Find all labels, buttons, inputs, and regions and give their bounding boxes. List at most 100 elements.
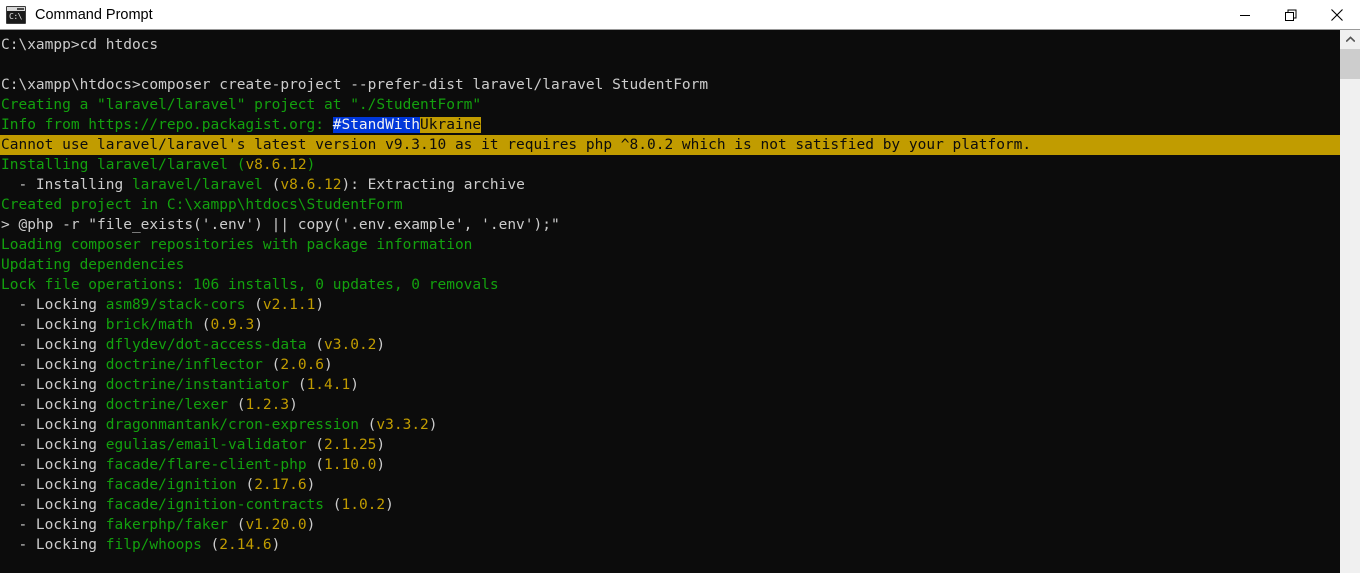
console-text-segment: egulias/email-validator — [105, 437, 307, 453]
console-output[interactable]: C:\xampp>cd htdocs C:\xampp\htdocs>compos… — [0, 30, 1340, 573]
console-text-segment: facade/ignition-contracts — [105, 497, 325, 513]
console-text-segment: - Locking — [1, 537, 106, 553]
console-text-segment: v8.6.12 — [280, 177, 342, 193]
console-line: - Locking facade/flare-client-php (1.10.… — [0, 455, 1340, 475]
console-text-segment: ( — [289, 377, 307, 393]
console-line: Info from https://repo.packagist.org: #S… — [0, 115, 1340, 135]
console-text-segment: ( — [324, 497, 342, 513]
console-text-segment: ( — [201, 537, 220, 553]
console-text-segment: ) — [254, 317, 263, 333]
console-text-segment: fakerphp/faker — [105, 517, 228, 533]
console-text-segment: brick/math — [105, 317, 194, 333]
console-text-segment: ) — [376, 457, 386, 473]
console-text-segment: Ukraine — [420, 117, 482, 133]
console-line: Cannot use laravel/laravel's latest vers… — [0, 135, 1340, 155]
console-text-segment: v3.0.2 — [324, 337, 377, 353]
console-text-segment: ) — [324, 357, 333, 373]
console-text-segment: Info from https://repo.packagist.org: — [1, 117, 333, 133]
console-text-segment: v3.3.2 — [376, 417, 429, 433]
console-text-segment: - Locking — [1, 457, 106, 473]
console-text-segment: - Locking — [1, 497, 106, 513]
console-text-segment: ( — [236, 477, 255, 493]
window-title: Command Prompt — [35, 6, 153, 23]
console-text-segment: laravel/laravel — [97, 157, 228, 173]
console-text-segment: 2.0.6 — [280, 357, 325, 373]
console-line: Created project in C:\xampp\htdocs\Stude… — [0, 195, 1340, 215]
console-text-segment: 1.0.2 — [341, 497, 386, 513]
console-text-segment: - Locking — [1, 317, 106, 333]
terminal-body: C:\xampp>cd htdocs C:\xampp\htdocs>compos… — [0, 30, 1360, 573]
console-text-segment: ( — [306, 437, 325, 453]
console-text-segment: Creating a "laravel/laravel" project at … — [1, 97, 482, 113]
console-text-segment: filp/whoops — [105, 537, 202, 553]
console-line: - Locking doctrine/inflector (2.0.6) — [0, 355, 1340, 375]
console-line: - Locking brick/math (0.9.3) — [0, 315, 1340, 335]
console-text-segment: ( — [227, 157, 246, 173]
console-text-segment: ) — [315, 297, 325, 313]
console-line: - Locking filp/whoops (2.14.6) — [0, 535, 1340, 555]
console-line: - Locking dflydev/dot-access-data (v3.0.… — [0, 335, 1340, 355]
console-text-segment: doctrine/inflector — [105, 357, 263, 373]
console-text-segment: Installing — [1, 157, 98, 173]
console-text-segment: ) — [385, 497, 394, 513]
console-text-segment: ): Extracting archive — [341, 177, 525, 193]
console-text-segment: dragonmantank/cron-expression — [105, 417, 359, 433]
console-text-segment: 1.10.0 — [324, 457, 377, 473]
console-text-segment: - Installing — [1, 177, 132, 193]
console-text-segment: ( — [227, 397, 246, 413]
console-line: Updating dependencies — [0, 255, 1340, 275]
console-text-segment: Cannot use laravel/laravel's latest vers… — [1, 137, 1032, 153]
scroll-up-arrow-icon[interactable] — [1340, 30, 1360, 49]
console-text-segment: ) — [376, 337, 386, 353]
console-text-segment: ) — [376, 437, 386, 453]
console-text-segment: v8.6.12 — [245, 157, 307, 173]
console-text-segment: v2.1.1 — [262, 297, 316, 313]
console-text-segment: doctrine/lexer — [105, 397, 228, 413]
console-line: C:\xampp\htdocs>composer create-project … — [0, 75, 1340, 95]
console-text-segment: ) — [306, 157, 316, 173]
console-text-segment: - Locking — [1, 297, 106, 313]
console-text-segment: #StandWith — [332, 117, 421, 133]
console-line: Loading composer repositories with packa… — [0, 235, 1340, 255]
console-text-segment: Updating dependencies — [1, 257, 185, 273]
console-line: - Locking doctrine/instantiator (1.4.1) — [0, 375, 1340, 395]
console-text-segment: ) — [428, 417, 438, 433]
console-line: Creating a "laravel/laravel" project at … — [0, 95, 1340, 115]
close-button[interactable] — [1314, 0, 1360, 29]
vertical-scrollbar[interactable] — [1340, 30, 1360, 573]
restore-button[interactable] — [1268, 0, 1314, 29]
console-text-segment: - Locking — [1, 437, 106, 453]
console-line: Installing laravel/laravel (v8.6.12) — [0, 155, 1340, 175]
console-text-segment: Loading composer repositories with packa… — [1, 237, 473, 253]
console-text-segment: v1.20.0 — [245, 517, 307, 533]
scrollbar-thumb[interactable] — [1340, 49, 1360, 79]
title-bar[interactable]: C:\ Command Prompt — [0, 0, 1360, 30]
console-text-segment: laravel/laravel — [131, 177, 263, 193]
console-text-segment: ( — [306, 457, 325, 473]
command-prompt-window: C:\ Command Prompt C:\xampp>cd htdocs C:… — [0, 0, 1360, 573]
console-text-segment: ) — [271, 537, 281, 553]
cmd-icon: C:\ — [6, 5, 26, 24]
console-text-segment: ) — [289, 397, 298, 413]
console-text-segment: ( — [306, 337, 325, 353]
console-line: - Locking facade/ignition (2.17.6) — [0, 475, 1340, 495]
console-text-segment: 2.1.25 — [324, 437, 377, 453]
console-text-segment: - Locking — [1, 477, 106, 493]
console-text-segment: 0.9.3 — [210, 317, 255, 333]
console-text-segment: C:\xampp>cd htdocs — [1, 37, 159, 53]
scrollbar-track[interactable] — [1340, 79, 1360, 573]
console-line: C:\xampp>cd htdocs — [0, 35, 1340, 55]
console-line: - Locking egulias/email-validator (2.1.2… — [0, 435, 1340, 455]
console-text-segment: 2.14.6 — [219, 537, 272, 553]
console-text-segment: 2.17.6 — [254, 477, 307, 493]
minimize-button[interactable] — [1222, 0, 1268, 29]
console-text-segment: asm89/stack-cors — [105, 297, 246, 313]
console-text-segment: > @php -r "file_exists('.env') || copy('… — [1, 217, 560, 233]
console-line: - Locking doctrine/lexer (1.2.3) — [0, 395, 1340, 415]
console-line: - Locking fakerphp/faker (v1.20.0) — [0, 515, 1340, 535]
console-line: - Locking dragonmantank/cron-expression … — [0, 415, 1340, 435]
console-text-segment: Lock file operations: 106 installs, 0 up… — [1, 277, 499, 293]
console-text-segment: facade/flare-client-php — [105, 457, 307, 473]
console-text-segment: ( — [262, 357, 281, 373]
